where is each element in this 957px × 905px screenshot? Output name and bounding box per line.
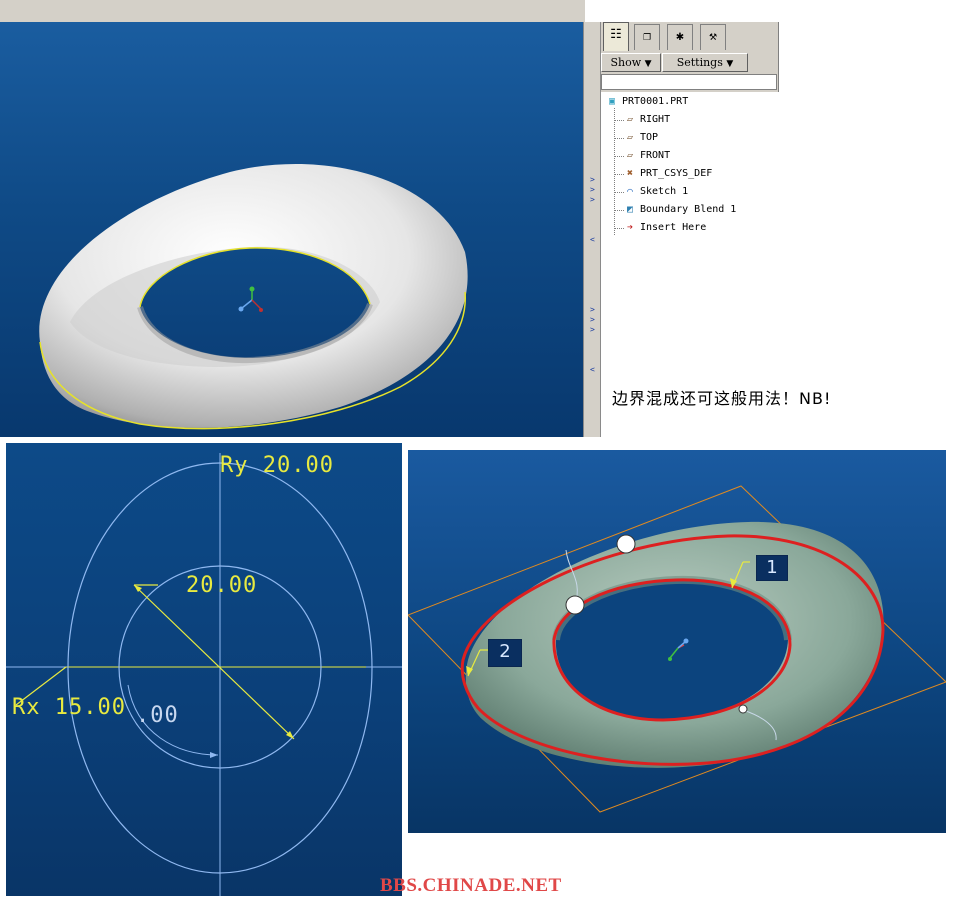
tree-item-insert-here[interactable]: ➔ Insert Here: [623, 219, 706, 237]
caption-text: 边界混成还可这般用法！NB!: [612, 389, 832, 408]
expand-right-icon[interactable]: >: [590, 186, 595, 194]
sketch-viewport[interactable]: Ry 20.00 20.00 Rx 15.00 .00: [6, 443, 402, 896]
part-icon: ▣: [608, 96, 616, 107]
layers-icon: ❐: [643, 29, 651, 44]
folder-star-icon: ✱: [676, 29, 684, 44]
rx-dimension[interactable]: Rx 15.00: [12, 695, 126, 720]
collapse-left-icon[interactable]: <: [590, 366, 595, 374]
show-label: Show: [610, 56, 642, 69]
expand-right-icon[interactable]: >: [590, 326, 595, 334]
show-dropdown[interactable]: Show ▼: [601, 53, 661, 72]
settings-label: Settings: [676, 56, 723, 69]
toolbar-strip: [0, 0, 585, 23]
angle-dimension[interactable]: .00: [136, 703, 179, 728]
tree-item-right[interactable]: ▱ RIGHT: [623, 111, 670, 129]
csys-icon: ✖: [626, 168, 634, 179]
collapse-left-icon[interactable]: <: [590, 236, 595, 244]
tree-item-top[interactable]: ▱ TOP: [623, 129, 658, 147]
filter-field[interactable]: [601, 74, 777, 90]
curve-label-1[interactable]: 1: [756, 555, 788, 581]
model-tree-icon: ☷: [610, 27, 622, 42]
torus-render: [39, 163, 468, 430]
curve-label-2[interactable]: 2: [488, 639, 522, 667]
blend-handle-3: [738, 704, 748, 714]
datum-plane-icon: ▱: [626, 132, 634, 143]
layers-tab[interactable]: ❐: [634, 24, 660, 50]
datum-plane-icon: ▱: [626, 114, 634, 125]
connections-tab[interactable]: ⚒: [700, 24, 726, 50]
tree-item-csys[interactable]: ✖ PRT_CSYS_DEF: [623, 165, 712, 183]
expand-right-icon[interactable]: >: [590, 196, 595, 204]
settings-dropdown[interactable]: Settings ▼: [662, 53, 748, 72]
datum-plane-icon: ▱: [626, 150, 634, 161]
boundary-blend-icon: ◩: [626, 204, 634, 215]
sketch-drawing: [6, 453, 402, 896]
expand-right-icon[interactable]: >: [590, 306, 595, 314]
radius-dimension[interactable]: 20.00: [186, 573, 257, 598]
tree-item-sketch[interactable]: ⌒ Sketch 1: [623, 183, 688, 201]
expand-right-icon[interactable]: >: [590, 176, 595, 184]
dropdown-arrow-icon: ▼: [644, 59, 652, 69]
blend-handle-1: [616, 534, 636, 554]
blend-handle-2: [565, 595, 585, 615]
dropdown-arrow-icon: ▼: [726, 59, 734, 69]
model-tree-tab[interactable]: ☷: [603, 22, 629, 51]
main-3d-viewport[interactable]: [0, 22, 583, 437]
panel-sash[interactable]: > > > < > > > <: [583, 22, 601, 437]
ry-dimension[interactable]: Ry 20.00: [220, 453, 334, 478]
watermark: BBS.CHINADE.NET: [380, 875, 562, 896]
connections-icon: ⚒: [709, 29, 717, 44]
blend-preview-viewport[interactable]: 1 2: [408, 450, 946, 833]
favorites-tab[interactable]: ✱: [667, 24, 693, 50]
sketch-icon: ⌒: [626, 186, 634, 197]
insert-arrow-icon: ➔: [626, 222, 634, 233]
tree-root-item[interactable]: ▣ PRT0001.PRT: [605, 93, 688, 111]
tree-item-front[interactable]: ▱ FRONT: [623, 147, 670, 165]
tree-item-boundary-blend[interactable]: ◩ Boundary Blend 1: [623, 201, 736, 219]
expand-right-icon[interactable]: >: [590, 316, 595, 324]
navigator-panel-header: ☷ ❐ ✱ ⚒ Show ▼ Settings ▼: [601, 22, 779, 92]
